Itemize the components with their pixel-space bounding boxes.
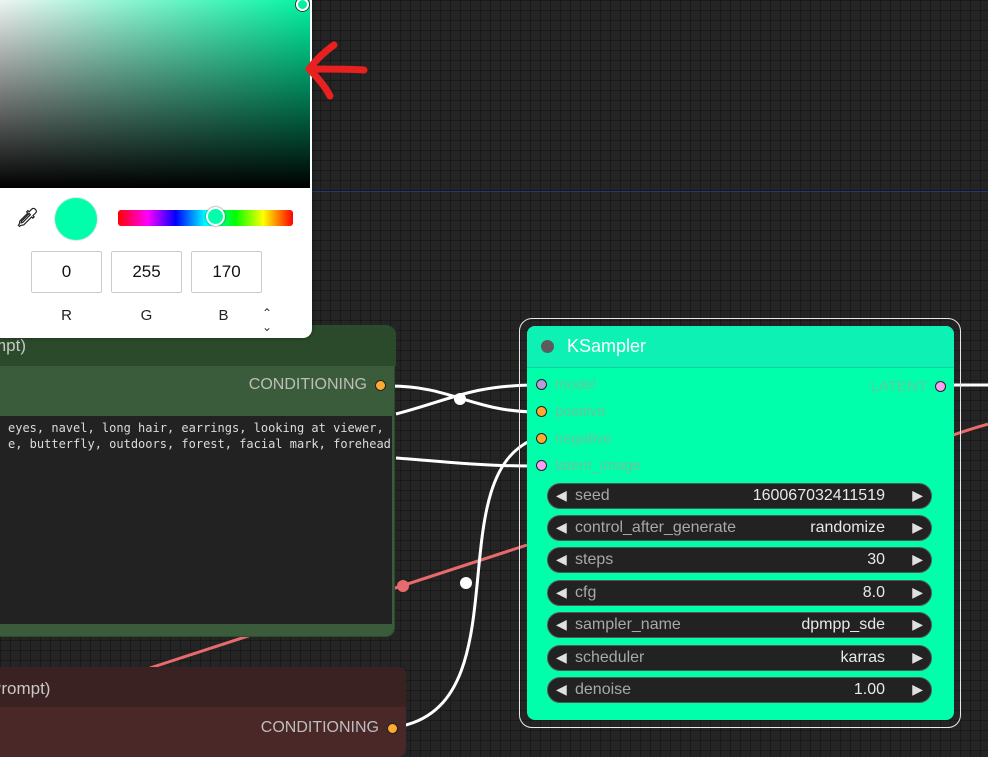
- input-label: positive: [555, 403, 606, 420]
- widget-denoise[interactable]: ◀ denoise 1.00 ▶: [547, 677, 932, 703]
- input-label: latent_image: [555, 457, 641, 474]
- decrement-arrow-icon[interactable]: ◀: [556, 649, 567, 666]
- input-positive[interactable]: positive: [536, 403, 606, 420]
- collapse-toggle-icon[interactable]: [541, 340, 554, 353]
- node-title-bar[interactable]: KSampler: [527, 326, 954, 368]
- widget-name: scheduler: [575, 649, 645, 666]
- decrement-arrow-icon[interactable]: ◀: [556, 487, 567, 504]
- negative-slot-dot[interactable]: [536, 433, 547, 444]
- latent-output-slot-dot[interactable]: [935, 381, 946, 392]
- output-label: CONDITIONING: [248, 376, 367, 393]
- clip-text-encode-negative-node[interactable]: Prompt) CONDITIONING: [0, 667, 406, 757]
- latent-slot-dot[interactable]: [536, 460, 547, 471]
- saturation-value-area[interactable]: [0, 0, 310, 188]
- widget-value[interactable]: karras: [841, 649, 885, 667]
- input-label: negative: [555, 430, 612, 447]
- decrement-arrow-icon[interactable]: ◀: [556, 551, 567, 568]
- widget-name: seed: [575, 487, 610, 504]
- output-label: LATENT: [870, 378, 927, 395]
- widget-name: steps: [575, 551, 614, 568]
- input-negative[interactable]: negative: [536, 430, 612, 447]
- decrement-arrow-icon[interactable]: ◀: [556, 584, 567, 601]
- model-slot-dot[interactable]: [536, 379, 547, 390]
- output-latent[interactable]: LATENT: [871, 378, 946, 395]
- latent-link: [395, 456, 533, 468]
- prompt-textarea[interactable]: eyes, navel, long hair, earrings, lookin…: [0, 416, 392, 624]
- widget-name: sampler_name: [575, 616, 681, 633]
- widget-name: cfg: [575, 584, 597, 601]
- increment-arrow-icon[interactable]: ▶: [912, 584, 923, 601]
- widget-value[interactable]: dpmpp_sde: [801, 616, 885, 634]
- node-body: CONDITIONING eyes, navel, long hair, ear…: [0, 366, 394, 636]
- widget-name: control_after_generate: [575, 519, 736, 536]
- widget-steps[interactable]: ◀ steps 30 ▶: [547, 547, 932, 573]
- red-label: R: [61, 307, 72, 324]
- widget-value[interactable]: 8.0: [863, 584, 885, 602]
- widget-value[interactable]: 1.00: [854, 681, 885, 699]
- green-value-input[interactable]: 255: [111, 251, 182, 293]
- widget-value[interactable]: randomize: [810, 519, 885, 537]
- decrement-arrow-icon[interactable]: ◀: [556, 519, 567, 536]
- widget-cfg[interactable]: ◀ cfg 8.0 ▶: [547, 580, 932, 606]
- output-label: CONDITIONING: [260, 719, 379, 736]
- node-canvas[interactable]: mpt) CONDITIONING eyes, navel, long hair…: [0, 0, 988, 757]
- positive-slot-dot[interactable]: [536, 406, 547, 417]
- conditioning-output[interactable]: CONDITIONING: [261, 719, 398, 737]
- decrement-arrow-icon[interactable]: ◀: [556, 616, 567, 633]
- increment-arrow-icon[interactable]: ▶: [912, 649, 923, 666]
- hue-slider-handle[interactable]: [206, 207, 225, 226]
- conditioning-output[interactable]: CONDITIONING: [249, 376, 386, 394]
- input-label: model: [555, 376, 596, 393]
- reroute-dot-white: [454, 393, 466, 405]
- increment-arrow-icon[interactable]: ▶: [912, 681, 923, 698]
- reroute-dot-white-2: [460, 577, 472, 589]
- input-model[interactable]: model: [536, 376, 596, 393]
- increment-arrow-icon[interactable]: ▶: [912, 487, 923, 504]
- blue-label: B: [218, 307, 229, 324]
- widget-control-after-generate[interactable]: ◀ control_after_generate randomize ▶: [547, 515, 932, 541]
- reroute-dot-red: [397, 580, 409, 592]
- chevron-updown-icon[interactable]: ⌃ ⌄: [262, 306, 272, 334]
- conditioning-slot-dot[interactable]: [387, 722, 398, 734]
- blue-value-input[interactable]: 170: [191, 251, 262, 293]
- widget-seed[interactable]: ◀ seed 160067032411519 ▶: [547, 483, 932, 509]
- annotation-arrow-icon: [305, 41, 368, 100]
- red-value-input[interactable]: 0: [31, 251, 102, 293]
- eyedropper-icon[interactable]: [16, 206, 38, 228]
- clip-text-encode-positive-node[interactable]: mpt) CONDITIONING eyes, navel, long hair…: [0, 326, 396, 636]
- increment-arrow-icon[interactable]: ▶: [912, 551, 923, 568]
- color-picker-popup[interactable]: 0 255 170 R G B ⌃ ⌄: [0, 0, 312, 338]
- widget-name: denoise: [575, 681, 632, 698]
- node-title: KSampler: [567, 336, 647, 356]
- conditioning-slot-dot[interactable]: [375, 379, 386, 391]
- widget-scheduler[interactable]: ◀ scheduler karras ▶: [547, 645, 932, 671]
- green-label: G: [140, 307, 153, 324]
- node-title[interactable]: Prompt): [0, 667, 406, 707]
- increment-arrow-icon[interactable]: ▶: [912, 519, 923, 536]
- widget-value[interactable]: 160067032411519: [753, 487, 885, 505]
- decrement-arrow-icon[interactable]: ◀: [556, 681, 567, 698]
- input-latent-image[interactable]: latent_image: [536, 457, 641, 474]
- widget-sampler-name[interactable]: ◀ sampler_name dpmpp_sde ▶: [547, 612, 932, 638]
- ksampler-node[interactable]: KSampler model positive negative latent_…: [527, 326, 954, 720]
- widget-value[interactable]: 30: [867, 551, 885, 569]
- current-color-swatch: [55, 198, 97, 240]
- increment-arrow-icon[interactable]: ▶: [912, 616, 923, 633]
